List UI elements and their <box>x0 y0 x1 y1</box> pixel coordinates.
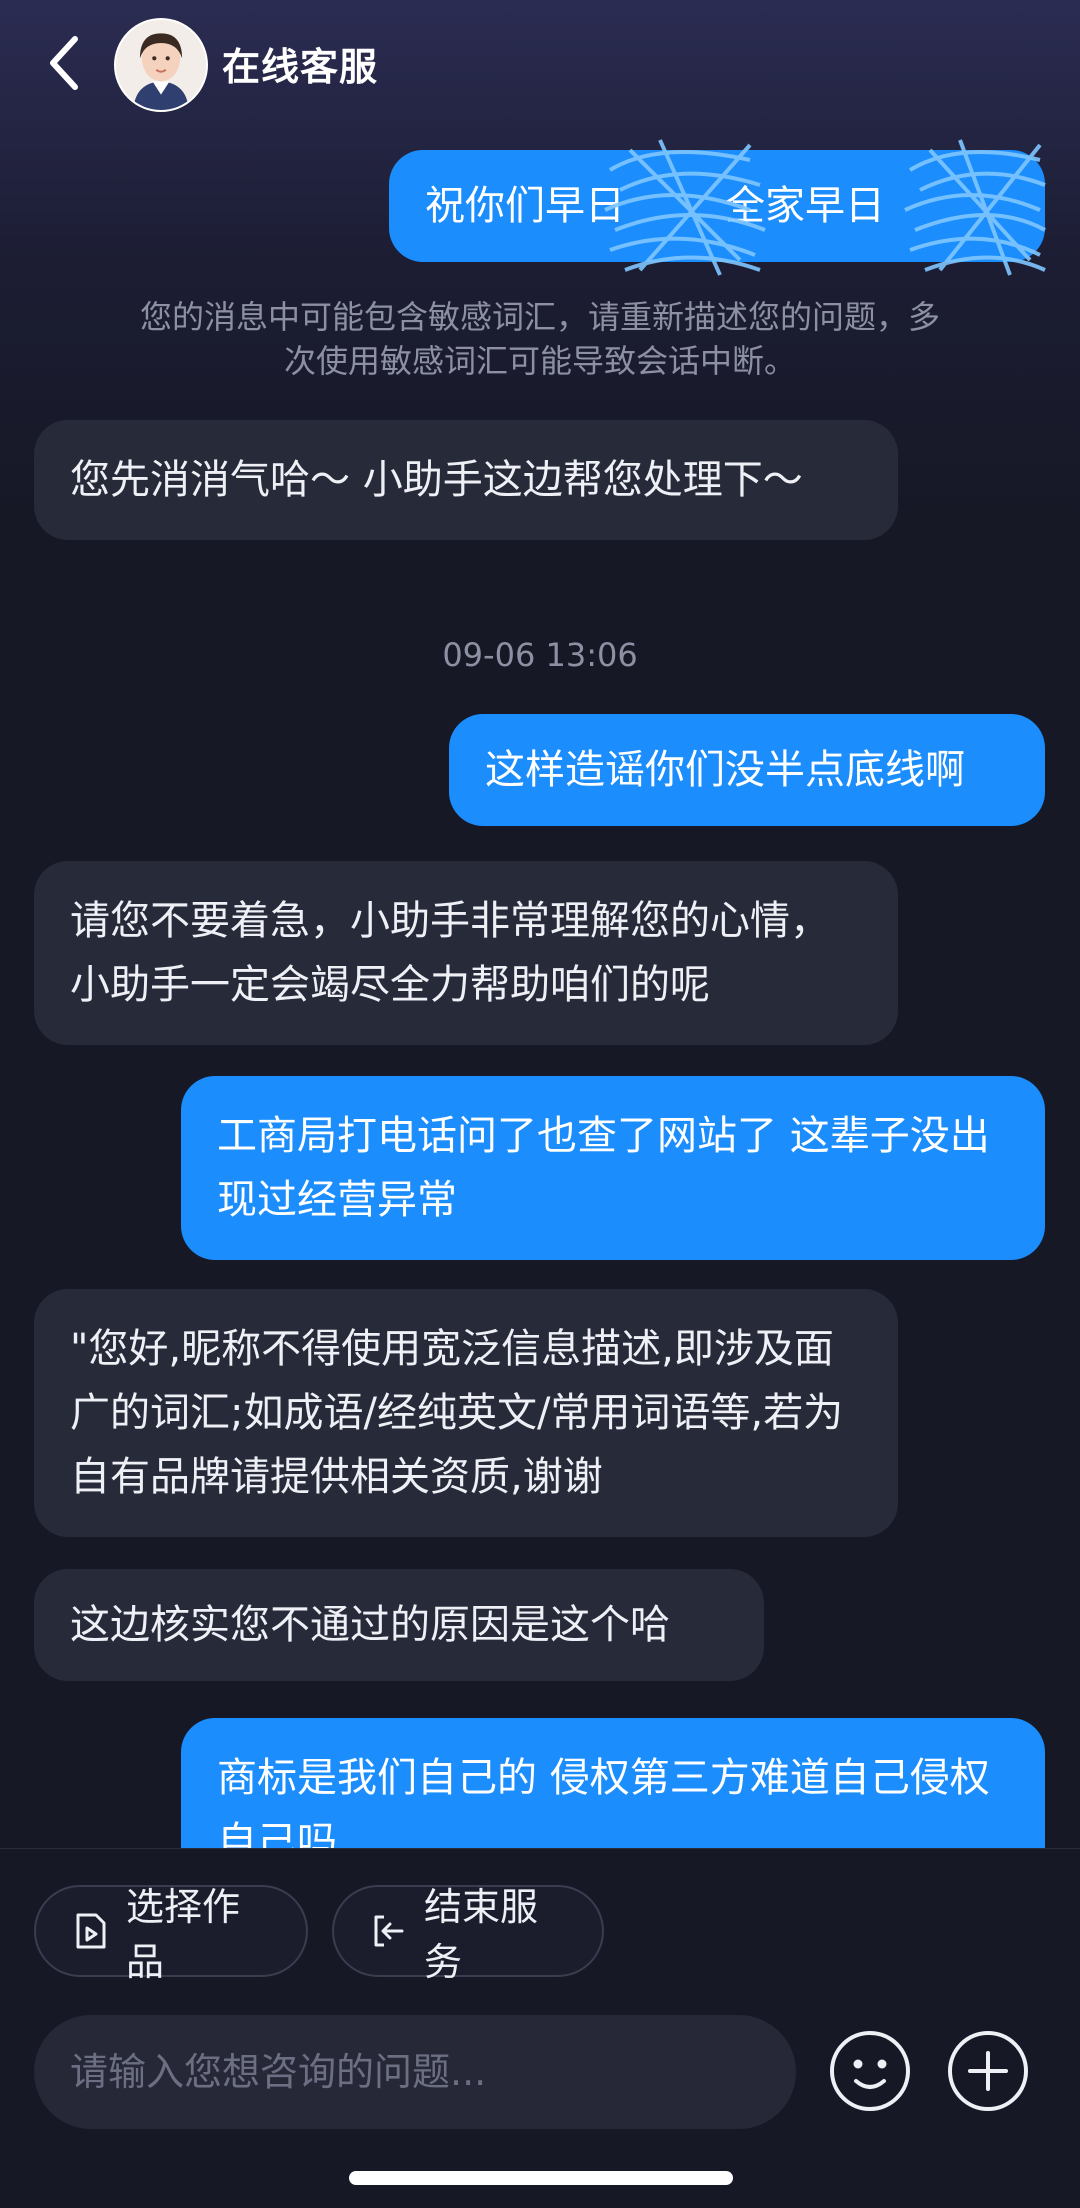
avatar[interactable] <box>114 18 208 112</box>
plus-circle-icon[interactable] <box>946 2029 1030 2113</box>
bottom-bar: 选择作品 结束服务 <box>0 1848 1080 2208</box>
page-title: 在线客服 <box>222 45 379 89</box>
header: 在线客服 <box>0 0 1080 130</box>
select-works-button[interactable]: 选择作品 <box>34 1885 308 1984</box>
message-timestamp: 09-06 13:06 <box>442 636 638 674</box>
video-file-icon <box>70 1911 110 1951</box>
message-input-container[interactable] <box>34 2015 796 2129</box>
message-text: 商标是我们自己的 侵权第三方难道自己侵权自己吗 <box>217 1755 990 1848</box>
select-works-label: 选择作品 <box>126 1885 241 1984</box>
message-text: 工商局打电话问了也查了网站了 这辈子没出现过经营异常 <box>217 1113 990 1223</box>
message-incoming[interactable]: "您好,昵称不得使用宽泛信息描述,即涉及面广的词汇;如成语/经纯英文/常用词语等… <box>34 1289 898 1537</box>
message-input[interactable] <box>70 2050 760 2094</box>
message-incoming[interactable]: 您先消消气哈～ 小助手这边帮您处理下～ <box>34 420 898 540</box>
sensitive-word-notice: 您的消息中可能包含敏感词汇，请重新描述您的问题，多次使用敏感词汇可能导致会话中断… <box>140 298 941 380</box>
message-incoming[interactable]: 请您不要着急，小助手非常理解您的心情，小助手一定会竭尽全力帮助咱们的呢 <box>34 861 898 1045</box>
back-button[interactable] <box>30 18 100 108</box>
message-outgoing[interactable]: 祝你们早日 全家早日 <box>389 150 1045 262</box>
message-text: "您好,昵称不得使用宽泛信息描述,即涉及面广的词汇;如成语/经纯英文/常用词语等… <box>70 1326 844 1500</box>
message-incoming[interactable]: 这边核实您不通过的原因是这个哈 <box>34 1569 764 1681</box>
chevron-left-icon <box>50 36 78 90</box>
message-text: 祝你们早日 <box>425 183 625 229</box>
smiley-icon[interactable] <box>828 2029 912 2113</box>
message-text: 请您不要着急，小助手非常理解您的心情，小助手一定会竭尽全力帮助咱们的呢 <box>70 898 830 1008</box>
message-text: 这样造谣你们没半点底线啊 <box>485 747 965 793</box>
home-indicator[interactable] <box>349 2171 733 2185</box>
exit-icon <box>368 1911 408 1951</box>
chat-screen: 在线客服 祝你们早日 全家早日 您的消息中可能包含敏感词汇，请重新描述您的问题，多… <box>0 0 1080 2208</box>
message-text: 您先消消气哈～ 小助手这边帮您处理下～ <box>70 457 803 503</box>
chat-list[interactable]: 祝你们早日 全家早日 您的消息中可能包含敏感词汇，请重新描述您的问题，多次使用敏感… <box>0 130 1080 1848</box>
message-outgoing[interactable]: 工商局打电话问了也查了网站了 这辈子没出现过经营异常 <box>181 1076 1045 1260</box>
message-text: 全家早日 <box>725 183 885 229</box>
message-outgoing[interactable]: 商标是我们自己的 侵权第三方难道自己侵权自己吗 <box>181 1718 1045 1848</box>
end-service-button[interactable]: 结束服务 <box>332 1885 604 1984</box>
agent-avatar-image <box>116 20 206 110</box>
message-text: 这边核实您不通过的原因是这个哈 <box>70 1602 670 1648</box>
end-service-label: 结束服务 <box>424 1885 539 1984</box>
message-outgoing[interactable]: 这样造谣你们没半点底线啊 <box>449 714 1045 826</box>
